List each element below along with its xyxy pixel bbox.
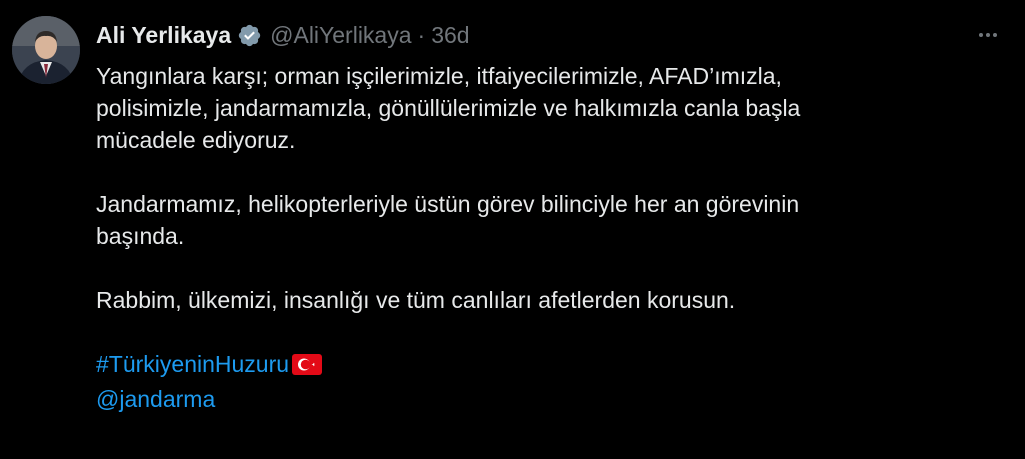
avatar[interactable] (12, 16, 80, 84)
text-line: Yangınlara karşı; orman işçilerimizle, i… (96, 63, 782, 89)
more-options-icon[interactable] (973, 22, 1003, 48)
text-line: Jandarmamız, helikopterleriyle üstün gör… (96, 191, 800, 217)
text-line: mücadele ediyoruz. (96, 127, 296, 153)
hashtag-link[interactable]: #TürkiyeninHuzuru (96, 351, 289, 377)
author-name[interactable]: Ali Yerlikaya (96, 22, 231, 49)
author-handle[interactable]: @AliYerlikaya (270, 22, 411, 49)
paragraph-1: Yangınlara karşı; orman işçilerimizle, i… (96, 60, 996, 156)
verified-badge-icon[interactable] (237, 23, 262, 48)
turkey-flag-icon (292, 351, 323, 383)
mention-link[interactable]: @jandarma (96, 386, 215, 412)
text-line: başında. (96, 223, 185, 249)
tweet-text: Yangınlara karşı; orman işçilerimizle, i… (96, 60, 996, 415)
text-line: polisimizle, jandarmamızla, gönüllülerim… (96, 95, 801, 121)
separator-dot: · (417, 21, 426, 48)
tweet[interactable]: Ali Yerlikaya @AliYerlikaya · 36d Yangın… (0, 0, 1025, 459)
tweet-header: Ali Yerlikaya @AliYerlikaya · 36d (96, 19, 470, 51)
text-line: Rabbim, ülkemizi, insanlığı ve tüm canlı… (96, 287, 736, 313)
tweet-timestamp[interactable]: 36d (431, 22, 469, 49)
paragraph-4: #TürkiyeninHuzuru @jandarma (96, 348, 996, 415)
paragraph-2: Jandarmamız, helikopterleriyle üstün gör… (96, 188, 996, 252)
paragraph-3: Rabbim, ülkemizi, insanlığı ve tüm canlı… (96, 284, 996, 316)
